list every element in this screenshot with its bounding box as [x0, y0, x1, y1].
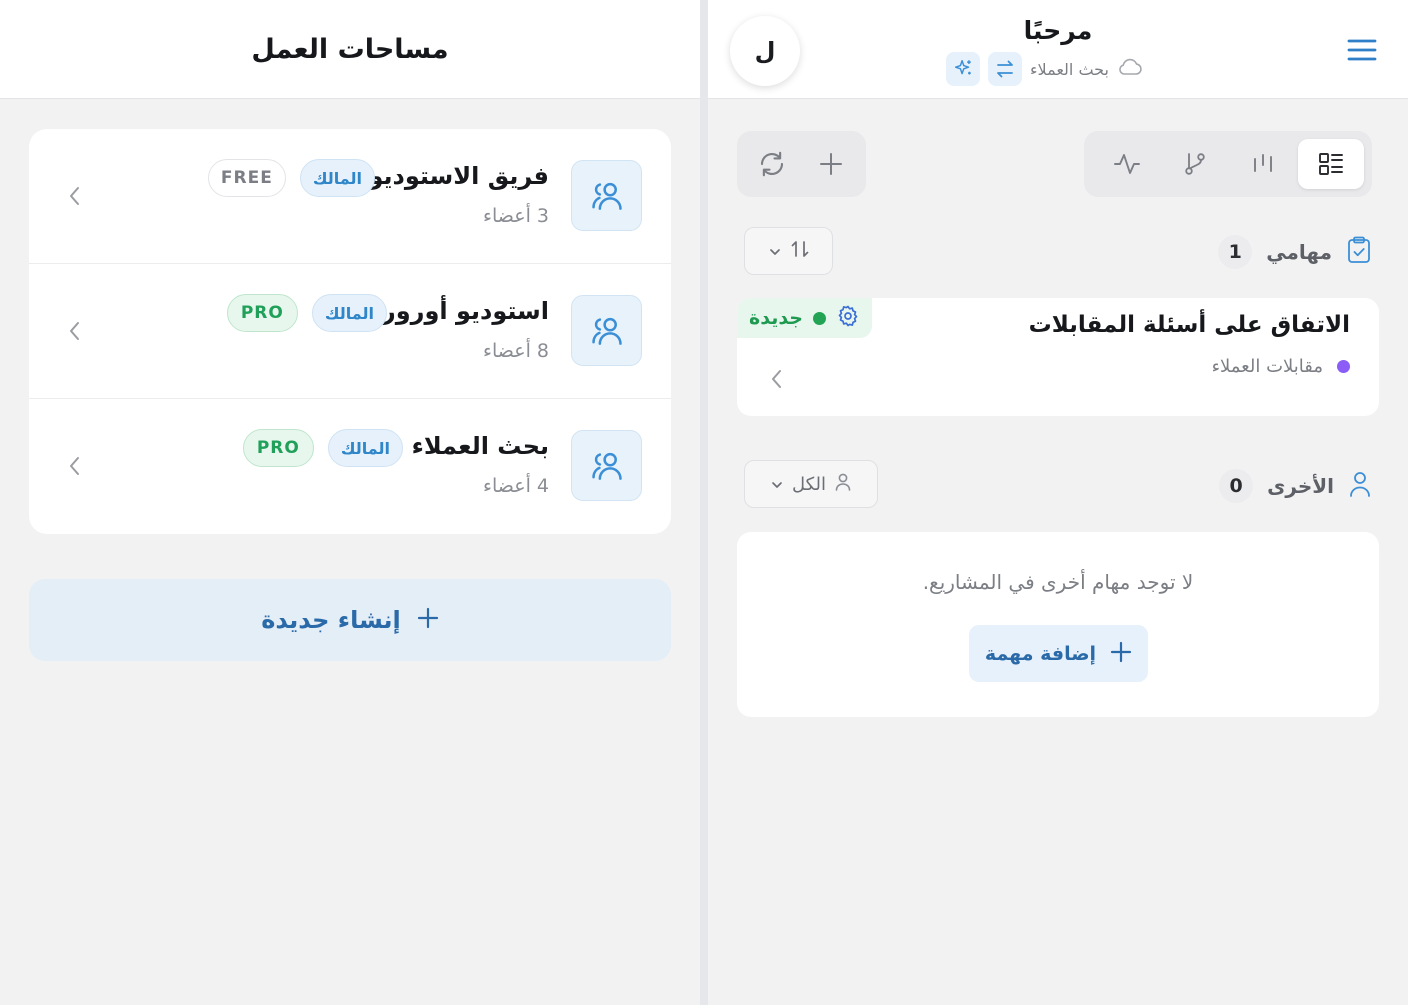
others-empty-state: لا توجد مهام أخرى في المشاريع. إضافة مهم… [737, 532, 1379, 717]
plan-badge: PRO [242, 429, 314, 467]
filter-label: الكل [791, 473, 827, 495]
app-header: مرحبًا بحث العملاء ل [708, 0, 1408, 99]
sparkle-icon[interactable] [946, 52, 980, 86]
others-count: 0 [1219, 469, 1254, 503]
workspace-badges: المالك PRO [226, 294, 387, 332]
view-tabs [1084, 131, 1372, 197]
columns-view-icon[interactable] [1230, 139, 1296, 189]
chevron-down-icon [770, 475, 784, 494]
clipboard-check-icon [1346, 236, 1372, 268]
chevron-down-icon [768, 242, 782, 261]
swap-workspace-button[interactable] [988, 52, 1022, 86]
plus-icon [417, 607, 439, 633]
refresh-icon[interactable] [746, 139, 798, 189]
activity-view-icon[interactable] [1094, 139, 1160, 189]
plan-badge: FREE [207, 159, 286, 197]
workspace-members: 8 أعضاء [483, 340, 549, 362]
task-title: الاتفاق على أسئلة المقابلات [1028, 312, 1350, 338]
assignee-filter-dropdown[interactable]: الكل [744, 460, 878, 508]
workspace-item-aurora-studio[interactable]: استوديو أورورا 8 أعضاء المالك PRO [29, 264, 671, 399]
create-workspace-label: إنشاء جديدة [261, 606, 401, 634]
role-badge: المالك [311, 294, 387, 332]
status-dot [813, 311, 826, 325]
project-color-dot [1337, 360, 1350, 373]
task-project-name: مقابلات العملاء [1211, 356, 1323, 377]
others-header: الأخرى 0 [1219, 464, 1372, 508]
create-workspace-button[interactable]: إنشاء جديدة [29, 579, 671, 661]
current-workspace-name: بحث العملاء [1030, 59, 1109, 79]
workspaces-list: فريق الاستوديو 3 أعضاء المالك FREE استود… [29, 129, 671, 534]
workspace-name: فريق الاستوديو [368, 162, 549, 190]
workspace-badges: المالك FREE [207, 159, 375, 197]
user-icon [1348, 470, 1372, 502]
workspaces-title: مساحات العمل [251, 33, 449, 65]
users-icon [571, 295, 642, 366]
chevron-left-icon [65, 314, 85, 348]
workspace-switcher: بحث العملاء [946, 51, 1143, 87]
my-tasks-title: مهامي [1266, 240, 1332, 264]
plus-icon [1110, 641, 1132, 667]
add-icon[interactable] [805, 139, 857, 189]
list-view-icon[interactable] [1298, 139, 1364, 189]
role-badge: المالك [299, 159, 375, 197]
workspaces-header: مساحات العمل [0, 0, 700, 99]
add-task-label: إضافة مهمة [984, 642, 1097, 665]
status-label: جديدة [749, 307, 803, 329]
users-icon [571, 160, 642, 231]
sort-arrows-icon [790, 239, 810, 263]
panel-divider[interactable] [700, 0, 708, 1005]
gear-icon[interactable] [836, 304, 860, 332]
sort-dropdown[interactable] [744, 227, 833, 275]
my-tasks-count: 1 [1218, 235, 1253, 269]
greeting-title: مرحبًا [1023, 16, 1093, 45]
chevron-left-icon [767, 362, 787, 396]
workspace-item-customer-research[interactable]: بحث العملاء 4 أعضاء المالك PRO [29, 399, 671, 534]
user-icon [834, 472, 852, 496]
add-task-button[interactable]: إضافة مهمة [969, 625, 1148, 682]
task-actions [737, 131, 866, 197]
users-icon [571, 430, 642, 501]
cloud-icon [1117, 57, 1143, 81]
workspace-item-studio-team[interactable]: فريق الاستوديو 3 أعضاء المالك FREE [29, 129, 671, 264]
others-title: الأخرى [1267, 474, 1334, 498]
task-project: مقابلات العملاء [1212, 356, 1350, 377]
branch-view-icon[interactable] [1162, 139, 1228, 189]
workspace-name: بحث العملاء [411, 432, 549, 460]
workspace-name: استوديو أورورا [373, 297, 549, 325]
plan-badge: PRO [226, 294, 298, 332]
task-card[interactable]: الاتفاق على أسئلة المقابلات مقابلات العم… [737, 298, 1379, 416]
chevron-left-icon [65, 449, 85, 483]
tasks-panel: مرحبًا بحث العملاء ل مهامي 1 الاتفاق على… [708, 0, 1408, 1005]
hamburger-icon[interactable] [1342, 30, 1382, 70]
avatar[interactable]: ل [730, 16, 800, 86]
workspace-badges: المالك PRO [242, 429, 403, 467]
workspace-members: 4 أعضاء [483, 475, 549, 497]
workspaces-panel: مساحات العمل فريق الاستوديو 3 أعضاء الما… [0, 0, 700, 1005]
status-badge: جديدة [737, 298, 872, 338]
chevron-left-icon [65, 179, 85, 213]
empty-state-text: لا توجد مهام أخرى في المشاريع. [922, 570, 1194, 594]
role-badge: المالك [327, 429, 403, 467]
workspace-members: 3 أعضاء [483, 205, 549, 227]
my-tasks-header: مهامي 1 [1218, 230, 1372, 274]
